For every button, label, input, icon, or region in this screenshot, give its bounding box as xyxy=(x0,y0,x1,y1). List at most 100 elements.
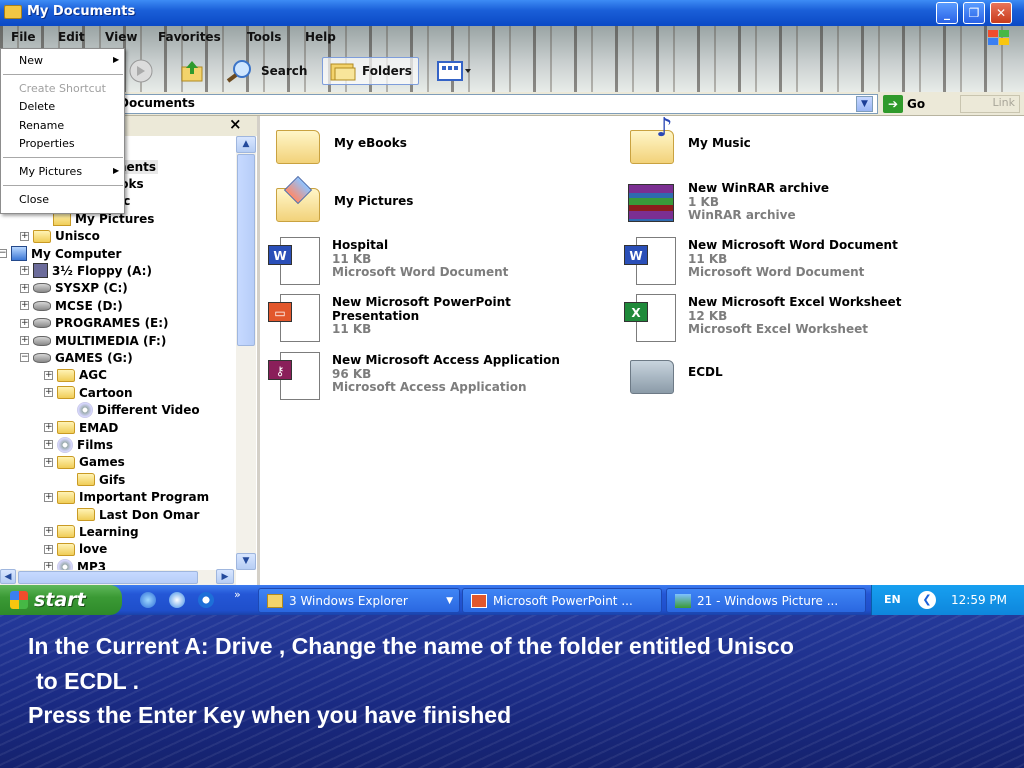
expand-icon[interactable]: + xyxy=(44,527,53,537)
pane-close-icon[interactable]: × xyxy=(229,115,242,133)
menu-view[interactable]: View xyxy=(105,30,137,44)
expand-icon[interactable]: + xyxy=(20,301,29,311)
menu-item-rename[interactable]: Rename xyxy=(19,119,64,132)
language-indicator[interactable]: EN xyxy=(884,593,901,606)
tree-item[interactable]: + AGC xyxy=(44,367,107,384)
scroll-thumb[interactable] xyxy=(237,154,255,346)
views-button[interactable] xyxy=(436,57,472,85)
expand-icon[interactable]: + xyxy=(44,457,53,467)
file-item-new-word-document[interactable]: W New Microsoft Word Document 11 KB Micr… xyxy=(624,237,898,285)
folder-icon xyxy=(57,368,75,382)
search-icon xyxy=(226,60,251,83)
file-item-my-ebooks[interactable]: My eBooks xyxy=(270,122,407,170)
expand-icon[interactable]: + xyxy=(20,283,29,293)
tree-item[interactable]: + Learning xyxy=(44,523,139,540)
menu-file[interactable]: File xyxy=(11,30,36,44)
file-item-new-excel-worksheet[interactable]: X New Microsoft Excel Worksheet 12 KB Mi… xyxy=(624,294,901,342)
up-folder-button[interactable] xyxy=(180,57,206,85)
outlook-icon[interactable] xyxy=(169,592,185,608)
tree-horizontal-scrollbar[interactable]: ◀ ▶ xyxy=(0,569,236,585)
address-input[interactable]: Documents xyxy=(110,94,878,114)
expand-icon[interactable]: + xyxy=(20,231,29,241)
expand-icon[interactable]: + xyxy=(44,440,53,450)
tree-item[interactable]: +3½ Floppy (A:) xyxy=(20,262,152,279)
start-button[interactable]: start xyxy=(0,585,122,615)
minimize-button[interactable]: _ xyxy=(936,2,958,24)
collapse-icon[interactable]: − xyxy=(0,249,7,258)
tree-item[interactable]: + SYSXP (C:) xyxy=(20,280,128,297)
expand-icon[interactable]: + xyxy=(44,423,53,432)
menu-tools[interactable]: Tools xyxy=(247,30,281,44)
menu-item-new[interactable]: New xyxy=(19,54,43,67)
tree-item[interactable]: Last Don Omar xyxy=(64,506,199,523)
task-windows-explorer[interactable]: 3 Windows Explorer ▼ xyxy=(258,588,460,613)
file-item-my-pictures[interactable]: My Pictures xyxy=(270,175,413,228)
expand-icon[interactable]: + xyxy=(20,266,29,276)
menu-item-properties[interactable]: Properties xyxy=(19,137,75,150)
tree-item[interactable]: Different Video xyxy=(64,402,200,419)
file-name-line2: Presentation xyxy=(332,308,420,323)
tree-item[interactable]: + Unisco xyxy=(20,228,100,245)
file-item-hospital[interactable]: W Hospital 11 KB Microsoft Word Document xyxy=(268,237,508,285)
file-item-new-access-application[interactable]: ⚷ New Microsoft Access Application 96 KB… xyxy=(268,352,560,400)
scroll-right-icon[interactable]: ▶ xyxy=(216,569,234,584)
start-label: start xyxy=(34,589,86,611)
internet-explorer-icon[interactable] xyxy=(140,592,156,608)
menu-item-delete[interactable]: Delete xyxy=(19,100,55,113)
menu-edit[interactable]: Edit xyxy=(58,30,85,44)
file-item-winrar-archive[interactable]: New WinRAR archive 1 KB WinRAR archive xyxy=(624,180,829,228)
forward-button[interactable] xyxy=(128,57,154,85)
go-button[interactable]: ➔ Go xyxy=(883,95,925,113)
media-player-icon[interactable] xyxy=(198,592,214,608)
expand-icon[interactable]: + xyxy=(20,336,29,345)
links-button[interactable]: Link xyxy=(960,95,1020,113)
tree-item-label: Cartoon xyxy=(79,385,133,400)
file-item-new-powerpoint[interactable]: ▭ New Microsoft PowerPoint Presentation … xyxy=(268,294,511,342)
search-button[interactable]: Search xyxy=(224,57,307,85)
tray-expand-icon[interactable]: ❮ xyxy=(918,591,936,609)
close-button[interactable]: ✕ xyxy=(990,2,1012,24)
tree-item[interactable]: + EMAD xyxy=(44,419,118,436)
scroll-down-icon[interactable]: ▼ xyxy=(236,553,256,570)
task-picture-viewer[interactable]: 21 - Windows Picture ... xyxy=(666,588,866,613)
menu-item-close[interactable]: Close xyxy=(19,193,49,206)
expand-icon[interactable]: + xyxy=(44,562,53,570)
maximize-button[interactable]: ❐ xyxy=(963,2,985,24)
tree-item[interactable]: + MP3 xyxy=(44,558,106,570)
task-group-arrow-icon: ▼ xyxy=(446,595,453,606)
expand-icon[interactable]: + xyxy=(44,492,53,502)
tree-item[interactable]: + Films xyxy=(44,436,113,453)
tree-item[interactable]: + MCSE (D:) xyxy=(20,297,123,314)
file-item-ecdl[interactable]: ECDL xyxy=(624,352,723,400)
folders-button[interactable]: Folders xyxy=(322,57,419,85)
tree-item[interactable]: + Important Program xyxy=(44,489,209,506)
folders-label: Folders xyxy=(362,64,412,78)
menu-item-my-pictures[interactable]: My Pictures xyxy=(19,165,82,178)
expand-icon[interactable]: + xyxy=(44,544,53,554)
tree-item[interactable]: Gifs xyxy=(64,471,125,488)
tree-item[interactable]: + love xyxy=(44,541,107,558)
task-powerpoint[interactable]: Microsoft PowerPoint ... xyxy=(462,588,662,613)
title-bar[interactable]: My Documents _ ❐ ✕ xyxy=(0,0,1024,26)
tree-item[interactable]: + Cartoon xyxy=(44,384,133,401)
quick-launch-expand-icon[interactable]: » xyxy=(234,588,241,601)
scroll-up-icon[interactable]: ▲ xyxy=(236,136,256,153)
tree-item[interactable]: + Games xyxy=(44,454,125,471)
hscroll-thumb[interactable] xyxy=(18,571,198,584)
tree-item[interactable]: − My Computer xyxy=(0,245,121,262)
expand-icon[interactable]: + xyxy=(44,388,53,398)
menu-help[interactable]: Help xyxy=(305,30,336,44)
tree-item[interactable]: + PROGRAMES (E:) xyxy=(20,315,169,332)
tree-item[interactable]: − GAMES (G:) xyxy=(20,349,133,366)
scroll-left-icon[interactable]: ◀ xyxy=(0,569,16,584)
file-name: New Microsoft Access Application xyxy=(332,353,560,367)
file-size: 12 KB xyxy=(688,308,728,323)
file-item-my-music[interactable]: ♪ My Music xyxy=(624,115,751,170)
expand-icon[interactable]: + xyxy=(44,370,53,380)
collapse-icon[interactable]: − xyxy=(20,353,29,363)
expand-icon[interactable]: + xyxy=(20,318,29,328)
tree-item[interactable]: + MULTIMEDIA (F:) xyxy=(20,332,166,349)
address-dropdown-icon[interactable]: ▼ xyxy=(856,96,873,112)
menu-favorites[interactable]: Favorites xyxy=(158,30,221,44)
tree-vertical-scrollbar[interactable]: ▲ ▼ xyxy=(236,136,256,570)
